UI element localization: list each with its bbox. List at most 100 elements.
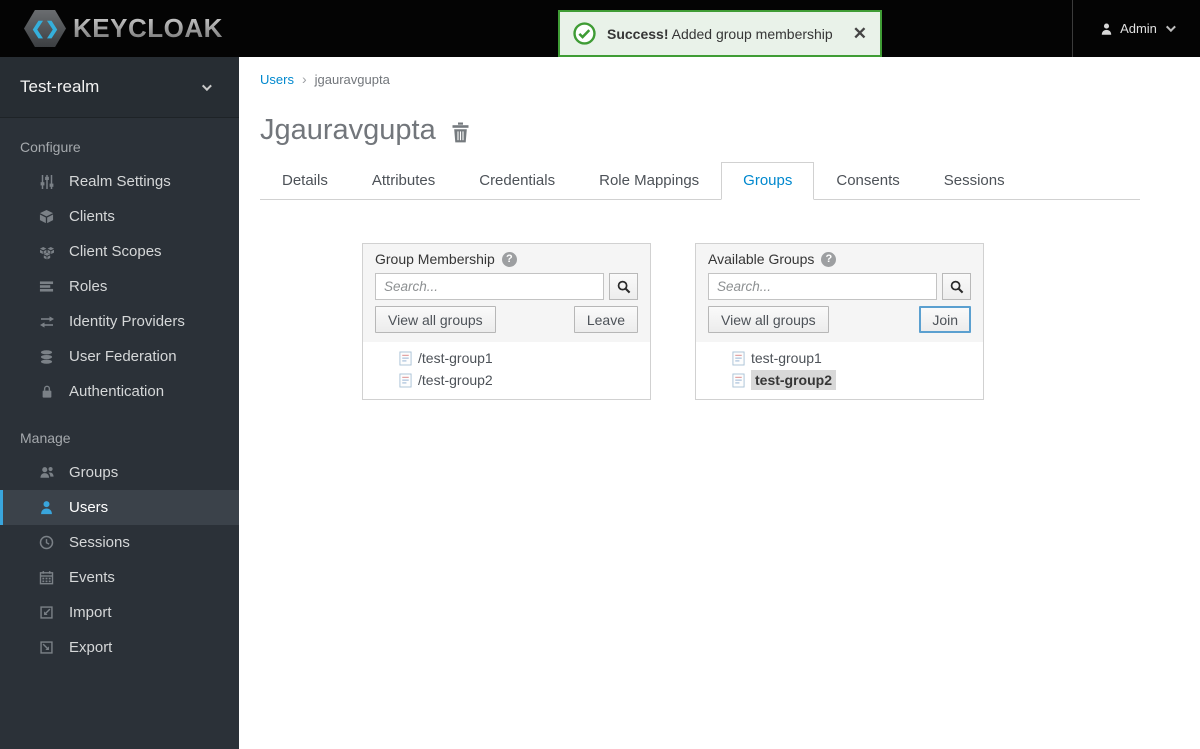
database-icon xyxy=(37,349,56,365)
tab-role-mappings[interactable]: Role Mappings xyxy=(577,162,721,200)
sidebar-section-manage: Manage xyxy=(0,409,239,455)
sidebar-item-realm-settings[interactable]: Realm Settings xyxy=(0,164,239,199)
sidebar-item-label: Groups xyxy=(69,464,118,481)
file-icon xyxy=(399,373,412,388)
exchange-icon xyxy=(37,315,56,329)
alert-message: Added group membership xyxy=(672,26,833,42)
sidebar-item-groups[interactable]: Groups xyxy=(0,455,239,490)
group-name: /test-group2 xyxy=(418,370,493,390)
sidebar-item-label: Roles xyxy=(69,278,107,295)
alert-text: Success! Added group membership xyxy=(607,26,833,42)
available-search-input[interactable] xyxy=(708,273,937,300)
sidebar-item-label: Sessions xyxy=(69,534,130,551)
help-icon[interactable]: ? xyxy=(502,252,517,267)
sidebar-item-label: Events xyxy=(69,569,115,586)
import-icon xyxy=(37,605,56,620)
sidebar-section-configure: Configure xyxy=(0,118,239,164)
alert-title: Success! xyxy=(607,26,668,42)
page-title: Jgauravgupta xyxy=(260,114,436,147)
available-view-all-groups-button[interactable]: View all groups xyxy=(708,306,829,333)
logo-right-bracket-icon: ❯ xyxy=(45,20,59,37)
file-icon xyxy=(732,351,745,366)
cubes-icon xyxy=(37,244,56,260)
sidebar-item-events[interactable]: Events xyxy=(0,560,239,595)
sidebar-item-label: Users xyxy=(69,499,108,516)
realm-selector[interactable]: Test-realm xyxy=(0,57,239,118)
available-groups-panel: Available Groups ? View all groups Join xyxy=(695,243,984,400)
list-icon xyxy=(37,279,56,294)
available-search-button[interactable] xyxy=(942,273,971,300)
tab-groups[interactable]: Groups xyxy=(721,162,814,200)
main-content: Users › jgauravgupta Jgauravgupta Detail… xyxy=(239,57,1200,749)
group-membership-panel: Group Membership ? View all groups Leave xyxy=(362,243,651,400)
breadcrumb-current: jgauravgupta xyxy=(315,72,390,87)
group-membership-list: /test-group1 /test-group2 xyxy=(363,342,650,399)
sidebar-item-export[interactable]: Export xyxy=(0,630,239,665)
membership-search-row xyxy=(375,273,638,300)
sidebar-item-users[interactable]: Users xyxy=(0,490,239,525)
join-button[interactable]: Join xyxy=(919,306,971,333)
sidebar-item-label: Import xyxy=(69,604,112,621)
tab-sessions[interactable]: Sessions xyxy=(922,162,1027,200)
sidebar-item-identity-providers[interactable]: Identity Providers xyxy=(0,304,239,339)
sidebar-item-label: Authentication xyxy=(69,383,164,400)
breadcrumb: Users › jgauravgupta xyxy=(239,57,1200,87)
sidebar-item-clients[interactable]: Clients xyxy=(0,199,239,234)
sidebar-item-user-federation[interactable]: User Federation xyxy=(0,339,239,374)
leave-button[interactable]: Leave xyxy=(574,306,638,333)
sidebar-item-client-scopes[interactable]: Client Scopes xyxy=(0,234,239,269)
user-icon xyxy=(37,500,56,515)
user-menu[interactable]: Admin xyxy=(1072,0,1200,57)
sliders-icon xyxy=(37,174,56,190)
sidebar-item-authentication[interactable]: Authentication xyxy=(0,374,239,409)
success-alert: Success! Added group membership ✕ xyxy=(558,10,882,57)
logo-left-bracket-icon: ❮ xyxy=(31,20,45,37)
membership-search-input[interactable] xyxy=(375,273,604,300)
list-item[interactable]: /test-group2 xyxy=(363,369,650,391)
tab-consents[interactable]: Consents xyxy=(814,162,921,200)
membership-button-row: View all groups Leave xyxy=(375,306,638,333)
available-groups-list: test-group1 test-group2 xyxy=(696,342,983,399)
close-icon[interactable]: ✕ xyxy=(853,25,867,42)
sidebar-item-sessions[interactable]: Sessions xyxy=(0,525,239,560)
file-icon xyxy=(732,373,745,388)
tab-credentials[interactable]: Credentials xyxy=(457,162,577,200)
tab-details[interactable]: Details xyxy=(260,162,350,200)
file-icon xyxy=(399,351,412,366)
available-groups-header: Available Groups ? View all groups Join xyxy=(696,244,983,342)
available-button-row: View all groups Join xyxy=(708,306,971,333)
membership-search-button[interactable] xyxy=(609,273,638,300)
sidebar-item-label: Export xyxy=(69,639,112,656)
help-icon[interactable]: ? xyxy=(821,252,836,267)
group-icon xyxy=(37,465,56,480)
tab-bar: Details Attributes Credentials Role Mapp… xyxy=(260,162,1140,200)
chevron-down-icon xyxy=(1166,22,1176,32)
search-icon xyxy=(950,280,964,294)
group-name-selected: test-group2 xyxy=(751,370,836,390)
export-icon xyxy=(37,640,56,655)
sidebar-item-roles[interactable]: Roles xyxy=(0,269,239,304)
list-item[interactable]: test-group1 xyxy=(696,347,983,369)
success-check-icon xyxy=(573,22,596,45)
list-item[interactable]: test-group2 xyxy=(696,369,983,391)
delete-user-button[interactable] xyxy=(451,122,470,143)
breadcrumb-users-link[interactable]: Users xyxy=(260,72,294,87)
lock-icon xyxy=(37,384,56,399)
membership-view-all-groups-button[interactable]: View all groups xyxy=(375,306,496,333)
sidebar-item-label: Identity Providers xyxy=(69,313,185,330)
available-search-row xyxy=(708,273,971,300)
user-avatar-icon xyxy=(1100,22,1113,36)
tab-attributes[interactable]: Attributes xyxy=(350,162,457,200)
sidebar-item-label: User Federation xyxy=(69,348,177,365)
list-item[interactable]: /test-group1 xyxy=(363,347,650,369)
group-membership-title: Group Membership xyxy=(375,251,495,267)
group-membership-header: Group Membership ? View all groups Leave xyxy=(363,244,650,342)
group-name: /test-group1 xyxy=(418,348,493,368)
keycloak-logo[interactable]: ❮ ❯ KEYCLOAK xyxy=(0,10,223,47)
sidebar: Test-realm Configure Realm Settings Clie… xyxy=(0,57,239,749)
breadcrumb-separator-icon: › xyxy=(302,71,307,87)
title-row: Jgauravgupta xyxy=(239,87,1200,147)
chevron-down-icon xyxy=(202,81,212,91)
sidebar-item-import[interactable]: Import xyxy=(0,595,239,630)
cube-icon xyxy=(37,209,56,224)
